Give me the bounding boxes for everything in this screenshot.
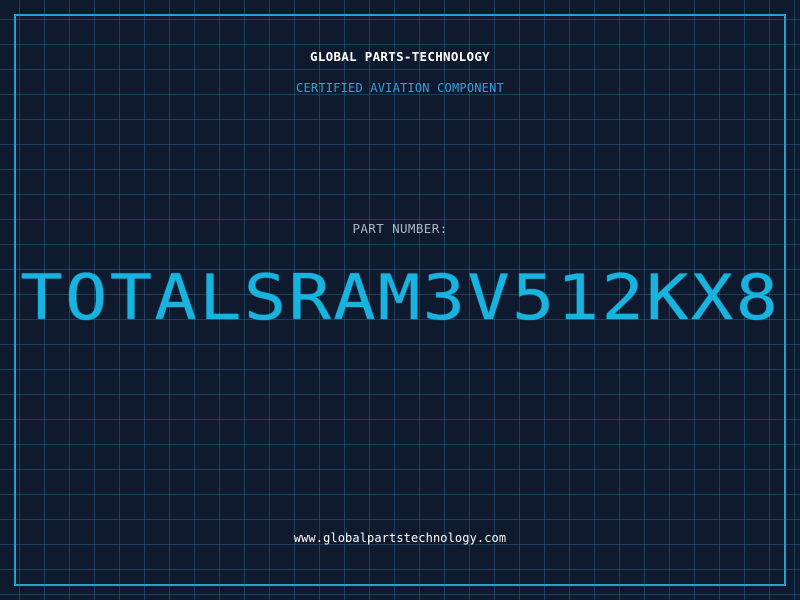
part-number-value: TOTALSRAM3V512KX8 — [20, 261, 781, 334]
part-number-display: TOTALSRAM3V512KX8 — [0, 262, 800, 334]
website-link[interactable]: www.globalpartstechnology.com — [0, 531, 800, 545]
company-name: GLOBAL PARTS-TECHNOLOGY — [310, 49, 490, 64]
part-number-label: PART NUMBER: — [352, 221, 448, 236]
component-subtitle: CERTIFIED AVIATION COMPONENT — [296, 81, 504, 95]
